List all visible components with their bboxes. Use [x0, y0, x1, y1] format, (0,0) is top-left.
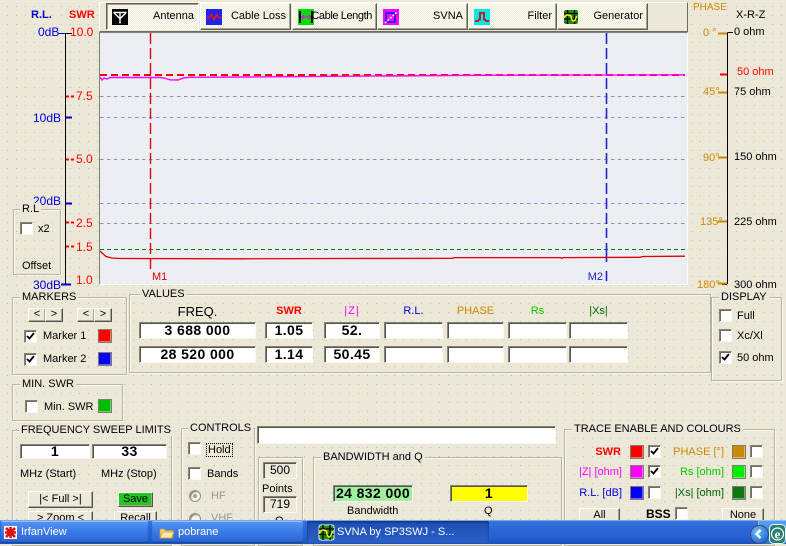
svg-text:e: e	[775, 527, 781, 542]
svg-text:M2: M2	[588, 271, 603, 282]
svg-text:M1: M1	[152, 271, 167, 282]
